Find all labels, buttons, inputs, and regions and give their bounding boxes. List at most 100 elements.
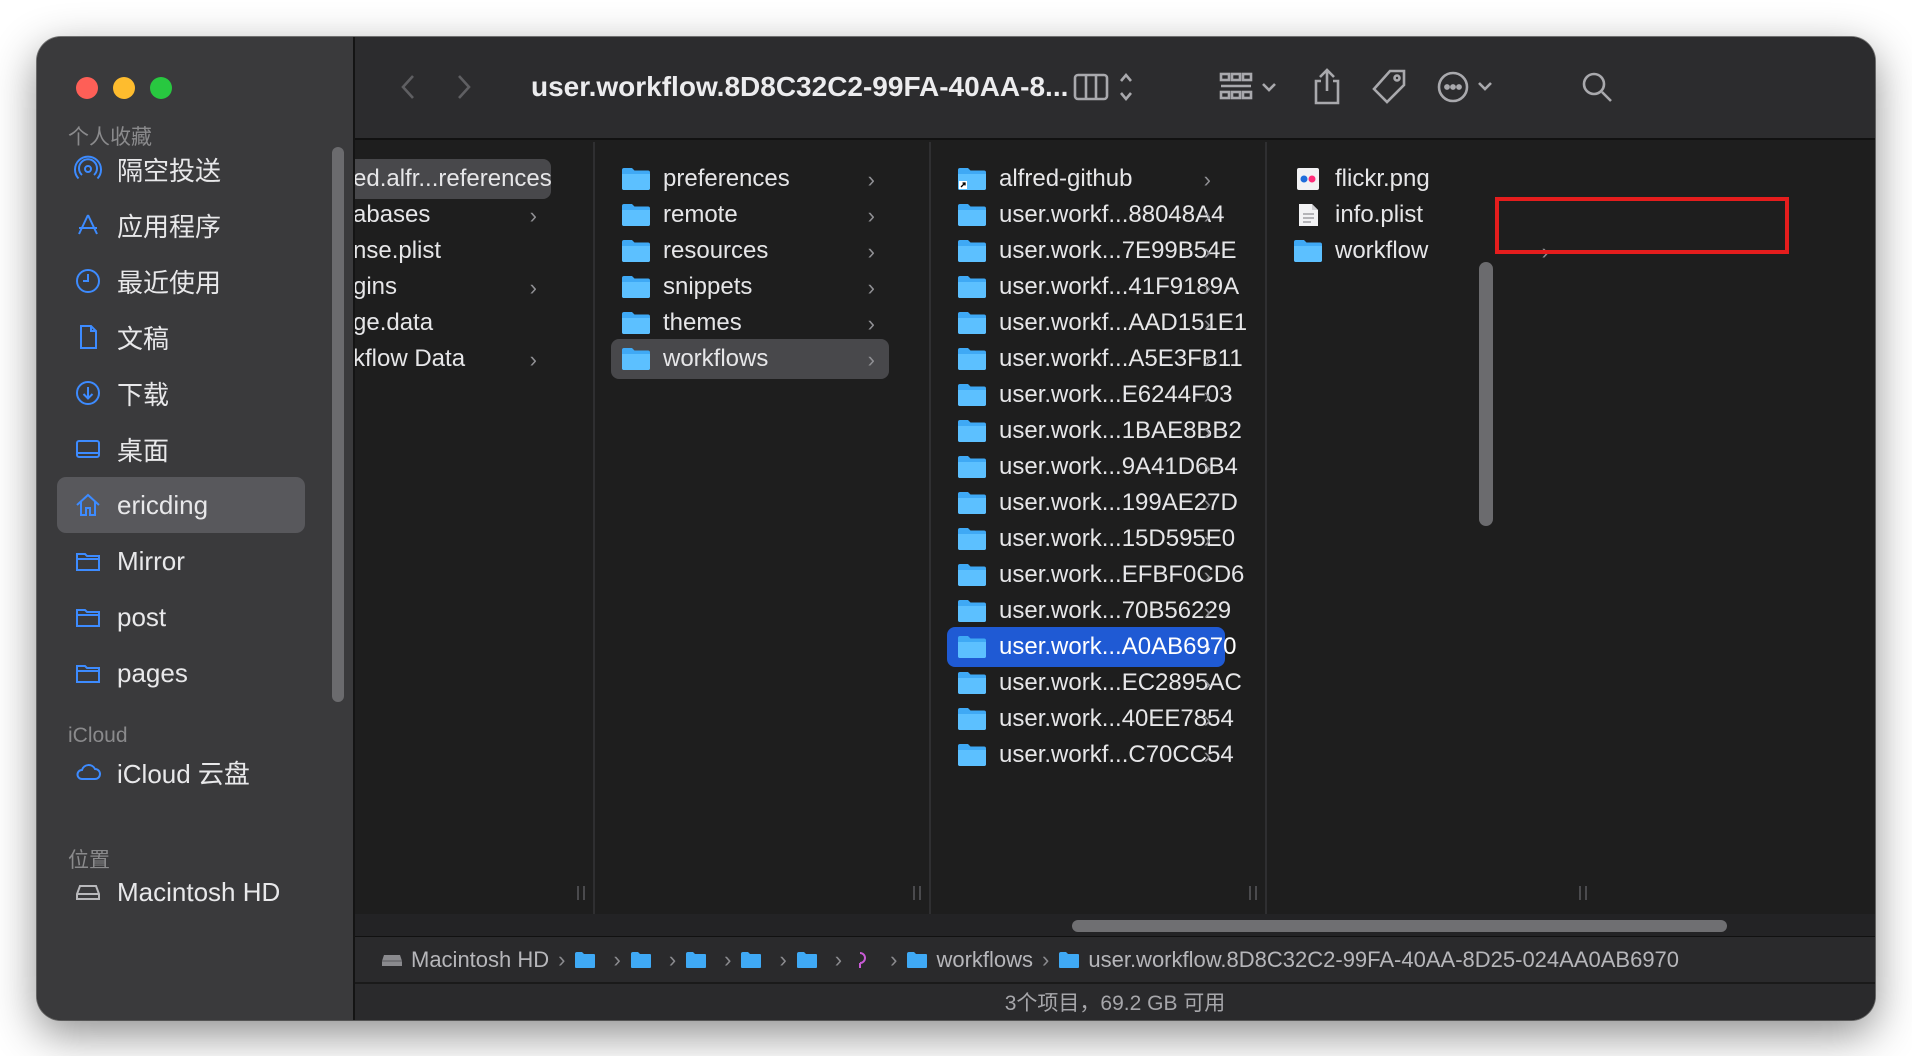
folder-icon: [958, 744, 986, 766]
list-item[interactable]: ge.data: [355, 303, 551, 343]
row-label: user.work...7E99B54E: [999, 237, 1237, 264]
sidebar-item-post[interactable]: post: [57, 589, 305, 645]
group-button[interactable]: [1217, 65, 1287, 109]
path-segment[interactable]: [740, 951, 770, 969]
column-resize-handle[interactable]: [1249, 886, 1257, 900]
column-3-scrollbar[interactable]: [1479, 262, 1493, 526]
list-item[interactable]: user.work...15D595E0 ›: [947, 519, 1235, 559]
view-mode-button[interactable]: [1071, 65, 1141, 109]
list-item[interactable]: kflow Data ›: [355, 339, 551, 379]
list-item[interactable]: user.work...40EE7854 ›: [947, 699, 1234, 739]
folder-icon: [958, 636, 986, 658]
list-item[interactable]: resources ›: [611, 231, 889, 271]
chevron-right-icon: ›: [1203, 599, 1211, 624]
airdrop-icon: [73, 154, 103, 184]
row-label: user.work...A0AB6970: [999, 633, 1237, 660]
back-button[interactable]: [393, 65, 423, 109]
path-segment[interactable]: user.workflow.8D8C32C2-99FA-40AA-8D25-02…: [1058, 947, 1679, 973]
list-item[interactable]: remote ›: [611, 195, 889, 235]
sidebar-item-label: 隔空投送: [117, 155, 222, 186]
folder-icon: [73, 546, 103, 576]
row-label: flickr.png: [1335, 165, 1430, 192]
main-area: user.workflow.8D8C32C2-99FA-40AA-8... ed…: [355, 37, 1875, 1020]
sidebar-scrollbar[interactable]: [332, 147, 344, 702]
chevron-right-icon: ›: [867, 239, 875, 264]
chevron-right-icon: ›: [1203, 671, 1211, 696]
path-segment[interactable]: [630, 951, 660, 969]
forward-button[interactable]: [449, 65, 479, 109]
path-segment[interactable]: [574, 951, 604, 969]
sidebar-item-icloud-drive[interactable]: iCloud 云盘: [57, 744, 305, 800]
sidebar-item-desktop[interactable]: 桌面: [57, 421, 305, 477]
list-item[interactable]: ed.alfr...references: [355, 159, 552, 199]
zoom-button[interactable]: [150, 77, 172, 99]
folder-alias-icon: [958, 168, 986, 190]
path-segment[interactable]: [796, 951, 826, 969]
list-item[interactable]: themes ›: [611, 303, 889, 343]
share-button[interactable]: [1307, 65, 1347, 109]
column-resize-handle[interactable]: [1579, 886, 1587, 900]
column-3: alfred-github › user.workf...88048A4 › user.…: [931, 142, 1267, 914]
path-segment[interactable]: [851, 951, 881, 969]
list-item[interactable]: user.work...1BAE8BB2 ›: [947, 411, 1242, 451]
sidebar-item-recents[interactable]: 最近使用: [57, 253, 305, 309]
list-item[interactable]: preferences ›: [611, 159, 889, 199]
document-icon: [73, 322, 103, 352]
sidebar-item-applications[interactable]: 应用程序: [57, 197, 305, 253]
list-item[interactable]: alfred-github ›: [947, 159, 1225, 199]
horizontal-scroll-thumb[interactable]: [1072, 920, 1727, 932]
list-item[interactable]: snippets ›: [611, 267, 889, 307]
grid-group-icon: [1219, 72, 1276, 100]
list-item[interactable]: nse.plist: [355, 231, 551, 271]
sidebar-item-home[interactable]: ericding: [57, 477, 305, 533]
list-item[interactable]: gins ›: [355, 267, 551, 307]
folder-icon: [958, 456, 986, 478]
search-button[interactable]: [1577, 65, 1617, 109]
path-segment[interactable]: workflows: [906, 947, 1033, 973]
sidebar-item-airdrop[interactable]: 隔空投送: [57, 141, 305, 197]
folder-icon: [622, 312, 650, 334]
list-item[interactable]: user.workf...AAD151E1 ›: [947, 303, 1247, 343]
row-label: ed.alfr...references: [355, 165, 552, 192]
list-item[interactable]: user.workf...A5E3FB11 ›: [947, 339, 1243, 379]
row-label: preferences: [663, 165, 790, 192]
list-item[interactable]: abases ›: [355, 195, 551, 235]
list-item[interactable]: user.work...E6244F03 ›: [947, 375, 1232, 415]
list-item[interactable]: user.work...9A41D6B4 ›: [947, 447, 1238, 487]
sidebar-item-mirror[interactable]: Mirror: [57, 533, 305, 589]
tag-button[interactable]: [1367, 65, 1411, 109]
column-resize-handle[interactable]: [913, 886, 921, 900]
sidebar-item-downloads[interactable]: 下载: [57, 365, 305, 421]
minimize-button[interactable]: [113, 77, 135, 99]
close-button[interactable]: [76, 77, 98, 99]
path-segment-label: workflows: [936, 946, 1034, 972]
sidebar-item-pages[interactable]: pages: [57, 645, 305, 701]
list-item[interactable]: user.work...A0AB6970 ›: [947, 627, 1236, 667]
path-segment[interactable]: Macintosh HD: [381, 947, 549, 973]
folder-icon: [1294, 240, 1322, 262]
list-item[interactable]: user.work...199AE27D ›: [947, 483, 1238, 523]
list-item[interactable]: user.work...EFBF0CD6 ›: [947, 555, 1244, 595]
column-browser: ed.alfr...references abases › nse.plist gins…: [355, 142, 1875, 914]
window-controls: [76, 77, 172, 99]
desktop-icon: [73, 434, 103, 464]
list-item[interactable]: flickr.png: [1283, 159, 1563, 199]
list-item[interactable]: user.work...7E99B54E ›: [947, 231, 1236, 271]
sidebar-item-macintosh-hd[interactable]: Macintosh HD: [57, 864, 305, 920]
list-item[interactable]: workflows ›: [611, 339, 889, 379]
clock-icon: [73, 266, 103, 296]
more-actions-button[interactable]: [1435, 65, 1501, 109]
column-2: preferences › remote › resources › snippets › th…: [595, 142, 931, 914]
path-segment[interactable]: [685, 951, 715, 969]
horizontal-scrollbar[interactable]: [355, 914, 1875, 936]
column-resize-handle[interactable]: [577, 886, 585, 900]
finder-window: 个人收藏 隔空投送 应用程序 最近使用 文稿 下载 桌面 ericding Mi…: [37, 37, 1875, 1020]
folder-icon: [958, 600, 986, 622]
columns-view-icon: [1073, 72, 1132, 102]
list-item[interactable]: user.work...70B56229 ›: [947, 591, 1231, 631]
sidebar-item-documents[interactable]: 文稿: [57, 309, 305, 365]
list-item[interactable]: user.workf...41F9189A ›: [947, 267, 1239, 307]
list-item[interactable]: user.workf...88048A4 ›: [947, 195, 1225, 235]
list-item[interactable]: user.workf...C70CC54 ›: [947, 735, 1234, 775]
list-item[interactable]: user.work...EC2895AC ›: [947, 663, 1242, 703]
